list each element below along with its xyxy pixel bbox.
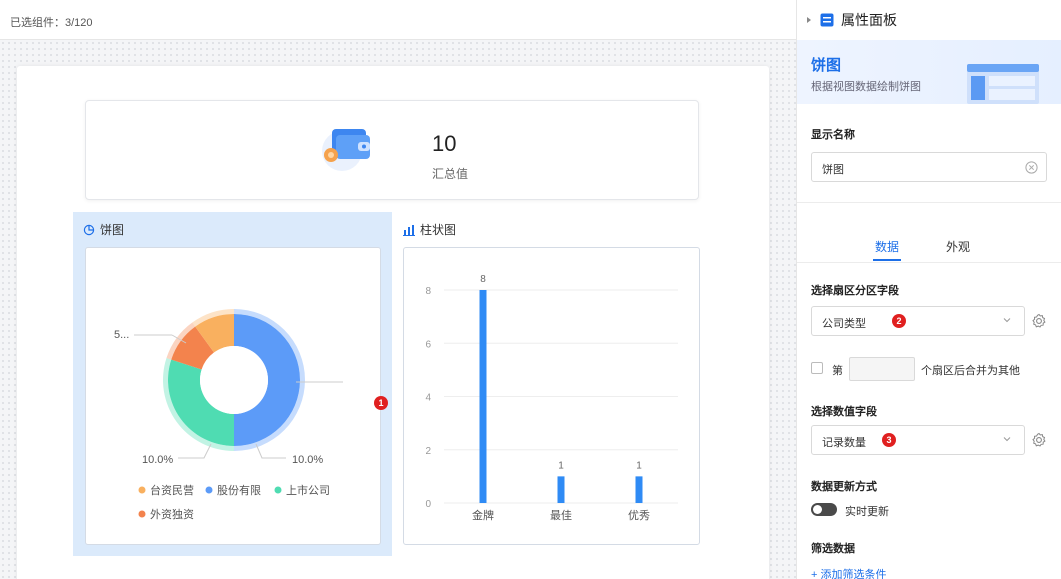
annotation-badge-3: 3 xyxy=(882,433,896,447)
dashboard-board[interactable]: 10 汇总值 饼图 5... 10.0% 10.0% 台资民营 股份有限 上市公… xyxy=(17,66,769,579)
realtime-toggle[interactable] xyxy=(811,503,837,516)
merge-count-input[interactable] xyxy=(849,357,915,381)
component-description: 根据视图数据绘制饼图 xyxy=(811,81,921,93)
display-name-label: 显示名称 xyxy=(811,129,855,141)
sector-field-value: 公司类型 xyxy=(822,318,866,330)
gear-icon[interactable] xyxy=(1031,432,1047,448)
bar-widget-title: 柱状图 xyxy=(403,221,456,238)
merge-suffix: 个扇区后合并为其他 xyxy=(921,365,1020,377)
panel-icon xyxy=(820,13,834,27)
bar-value-label: 1 xyxy=(636,460,642,471)
bar-chart-card[interactable]: 0 2 4 6 8 8 金牌 1 最佳 1 优秀 xyxy=(403,247,700,545)
legend-dot-taizi xyxy=(138,486,146,494)
pie-chart-icon xyxy=(83,224,95,235)
legend-item[interactable]: 股份有限 xyxy=(217,483,261,497)
chevron-down-icon xyxy=(1003,437,1011,442)
pie-widget-title: 饼图 xyxy=(83,221,124,238)
chevron-down-icon xyxy=(1003,318,1011,323)
panel-title: 属性面板 xyxy=(841,12,897,28)
x-category-label: 金牌 xyxy=(472,508,494,522)
pie-widget-title-text: 饼图 xyxy=(100,223,125,237)
component-name: 饼图 xyxy=(811,57,842,74)
annotation-badge-2: 2 xyxy=(892,314,906,328)
merge-prefix: 第 xyxy=(832,365,843,377)
tabs-divider xyxy=(797,262,1061,263)
y-tick-label: 0 xyxy=(425,499,431,510)
sector-field-label: 选择扇区分区字段 xyxy=(811,285,899,297)
dashboard-illustration-icon xyxy=(967,64,1039,104)
y-tick-label: 8 xyxy=(425,286,431,297)
realtime-label: 实时更新 xyxy=(845,506,889,518)
properties-panel: 属性面板 饼图 根据视图数据绘制饼图 显示名称 饼图 数据 外观 选择扇区分区字… xyxy=(796,0,1061,579)
component-info: 饼图 根据视图数据绘制饼图 xyxy=(797,40,1061,104)
summary-label: 汇总值 xyxy=(432,167,469,181)
x-category-label: 最佳 xyxy=(550,508,572,522)
pie-label-top-left: 5... xyxy=(114,329,129,341)
pie-label-bottom-right: 10.0% xyxy=(292,454,323,466)
gear-icon[interactable] xyxy=(1031,313,1047,329)
y-tick-label: 4 xyxy=(425,393,431,404)
summary-value: 10 xyxy=(432,131,457,156)
bar-1[interactable] xyxy=(557,476,565,503)
legend-dot-shangshi xyxy=(274,486,282,494)
legend-dot-gufen xyxy=(205,486,213,494)
pie-center-hole xyxy=(200,346,268,414)
legend-item[interactable]: 台资民营 xyxy=(150,483,194,497)
selected-count: 已选组件：3/120 xyxy=(10,17,93,29)
bar-2[interactable] xyxy=(635,476,643,503)
value-field-select[interactable]: 记录数量 3 xyxy=(811,425,1025,455)
divider xyxy=(797,202,1061,203)
panel-header: 属性面板 xyxy=(797,0,1061,40)
toggle-knob xyxy=(813,505,822,514)
display-name-input[interactable]: 饼图 xyxy=(811,152,1047,182)
bar-value-label: 1 xyxy=(558,460,564,471)
x-category-label: 优秀 xyxy=(628,509,650,522)
sector-field-select[interactable]: 公司类型 2 xyxy=(811,306,1025,336)
pie-label-bottom-left: 10.0% xyxy=(142,454,173,466)
legend-item[interactable]: 外资独资 xyxy=(150,508,194,521)
filter-label: 筛选数据 xyxy=(811,543,855,555)
bar-widget-title-text: 柱状图 xyxy=(420,223,457,237)
pie-chart-card[interactable]: 5... 10.0% 10.0% 台资民营 股份有限 上市公司外资独资 xyxy=(85,247,381,545)
tab-data[interactable]: 数据 xyxy=(875,238,899,255)
pie-chart: 5... 10.0% 10.0% 台资民营 股份有限 上市公司外资独资 xyxy=(114,309,343,521)
update-mode-label: 数据更新方式 xyxy=(811,481,877,493)
value-field-label: 选择数值字段 xyxy=(811,406,877,418)
add-filter-link[interactable]: + 添加筛选条件 xyxy=(811,566,886,579)
caret-right-icon[interactable] xyxy=(805,16,813,24)
bar-value-label: 8 xyxy=(480,274,486,285)
clear-icon[interactable] xyxy=(1025,161,1038,174)
y-tick-label: 6 xyxy=(425,339,431,350)
y-tick-label: 2 xyxy=(425,446,431,457)
wallet-icon xyxy=(322,129,370,171)
pie-widget[interactable]: 饼图 5... 10.0% 10.0% 台资民营 股份有限 上市公司外资独资 xyxy=(73,212,392,556)
bar-chart: 0 2 4 6 8 8 金牌 1 最佳 1 优秀 xyxy=(425,274,678,522)
design-canvas[interactable]: 10 汇总值 饼图 5... 10.0% 10.0% 台资民营 股份有限 上市公… xyxy=(0,40,796,579)
display-name-value: 饼图 xyxy=(822,164,844,176)
legend-dot-waizi xyxy=(138,510,146,518)
bar-chart-icon xyxy=(403,224,415,236)
top-bar: 已选组件：3/120 xyxy=(0,0,796,40)
bar-0[interactable] xyxy=(479,290,487,503)
annotation-badge-1: 1 xyxy=(374,396,388,410)
active-tab-indicator xyxy=(873,259,901,261)
merge-checkbox[interactable] xyxy=(811,362,823,374)
legend-item[interactable]: 上市公司 xyxy=(286,483,330,497)
summary-card[interactable]: 10 汇总值 xyxy=(85,100,699,200)
tab-appearance[interactable]: 外观 xyxy=(946,238,970,255)
value-field-value: 记录数量 xyxy=(822,437,866,449)
